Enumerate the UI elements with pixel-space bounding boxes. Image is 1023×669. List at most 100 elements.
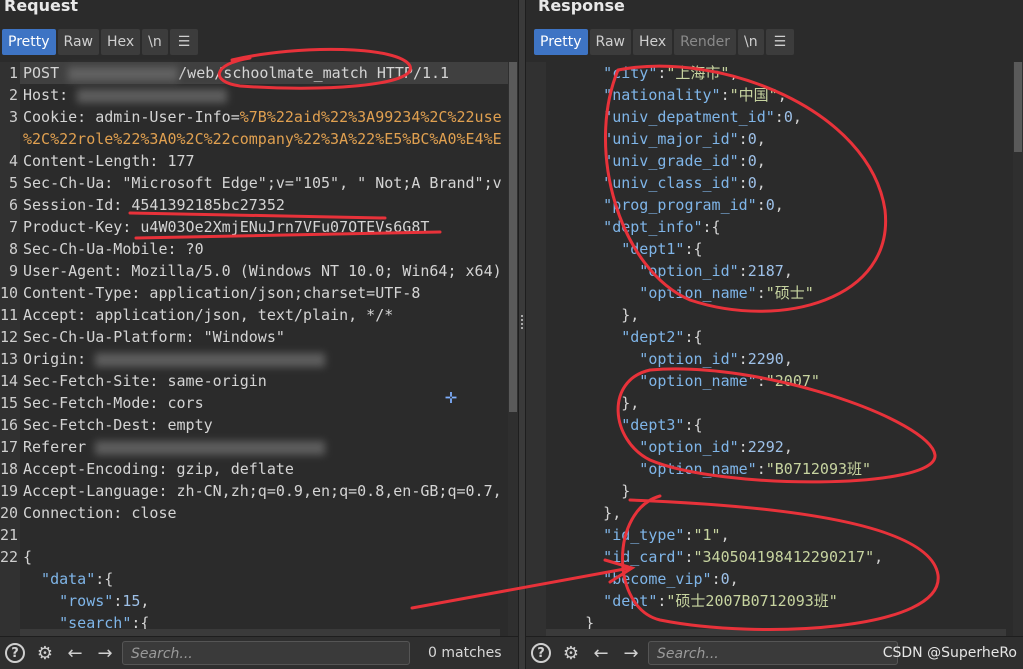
code-token: ,	[792, 108, 802, 126]
response-line: "dept1":{	[526, 238, 702, 260]
response-line: "id_card":"340504198412290217",	[526, 546, 883, 568]
line-number: 11	[0, 306, 19, 324]
crosshair-cursor-icon: ✛	[445, 384, 458, 408]
response-line: "nationality":"中国",	[526, 84, 787, 106]
request-line: "rows":15,	[0, 590, 149, 612]
line-number: 7	[8, 218, 18, 236]
help-icon[interactable]: ?	[2, 640, 28, 666]
line-number: 20	[0, 504, 19, 522]
response-tab-pretty[interactable]: Pretty	[534, 29, 588, 55]
code-token: ,	[777, 86, 787, 104]
code-token: 0	[747, 152, 757, 170]
code-token: "id_type"	[549, 526, 685, 544]
arrow-left-icon[interactable]: ←	[62, 640, 88, 666]
request-tab-raw[interactable]: Raw	[57, 29, 99, 55]
hamburger-icon[interactable]: ☰	[169, 29, 199, 55]
response-line: "option_name":"B0712093班"	[526, 458, 871, 480]
line-number: 13	[0, 350, 19, 368]
request-tab-hex[interactable]: Hex	[100, 29, 141, 55]
response-line: "option_id":2292,	[526, 436, 793, 458]
code-token: :	[684, 548, 694, 566]
response-tab-render[interactable]: Render	[674, 29, 737, 55]
response-tab-hex[interactable]: Hex	[632, 29, 673, 55]
code-token: 0	[765, 196, 775, 214]
code-token: Accept: application/json, text/plain, */…	[23, 306, 394, 324]
code-token: :{	[95, 570, 114, 588]
response-line: }	[526, 480, 630, 502]
code-token: :	[738, 262, 748, 280]
request-tab-newline[interactable]: \n	[142, 29, 168, 55]
code-token: :	[756, 196, 766, 214]
request-search-input[interactable]: Search...	[122, 641, 410, 665]
code-token: "data"	[23, 570, 96, 588]
code-token: ,	[774, 196, 784, 214]
line-number: 16	[0, 416, 19, 434]
hamburger-icon[interactable]: ☰	[765, 29, 795, 55]
line-number: 2	[8, 86, 18, 104]
code-token: admin-User-Info=	[95, 108, 240, 126]
code-token: "option_id"	[549, 438, 739, 456]
response-line: "city":"上海市",	[526, 62, 738, 84]
code-token: Product-Key:	[23, 218, 141, 236]
response-line: "become_vip":0,	[526, 568, 738, 590]
code-token: "1"	[693, 526, 721, 544]
code-token: :	[774, 108, 784, 126]
request-vertical-scrollbar[interactable]	[508, 62, 518, 637]
request-line: 6 Session-Id: 4541392185bc27352	[0, 194, 285, 216]
code-token: 15	[122, 592, 141, 610]
response-editor[interactable]: "city":"上海市", "nationality":"中国", "univ_…	[526, 62, 1013, 637]
response-line: "dept_info":{	[526, 216, 720, 238]
request-line: 5 Sec-Ch-Ua: "Microsoft Edge";v="105", " …	[0, 172, 502, 194]
code-token: 2187	[747, 262, 784, 280]
pane-divider[interactable]	[518, 0, 526, 669]
request-line: 13 Origin:	[0, 348, 326, 370]
response-line: "dept":"硕士2007B0712093班"	[526, 590, 838, 612]
code-token: Accept-Encoding: gzip, deflate	[23, 460, 294, 478]
response-line: "dept3":{	[526, 414, 702, 436]
line-number: 5	[8, 174, 18, 192]
request-line: 2 Host:	[0, 84, 228, 106]
code-token: Sec-Fetch-Site: same-origin	[23, 372, 267, 390]
code-token: Content-Length: 177	[23, 152, 195, 170]
arrow-right-icon[interactable]: →	[618, 640, 644, 666]
request-line: 1 POST /web/schoolmate_match HTTP/1.1	[0, 62, 449, 84]
code-token: "univ_major_id"	[549, 130, 739, 148]
code-token: "dept3"	[549, 416, 685, 434]
code-token: :	[738, 152, 748, 170]
request-editor[interactable]: 1 POST /web/schoolmate_match HTTP/1.1 2 Hos…	[0, 62, 508, 637]
request-tab-pretty[interactable]: Pretty	[2, 29, 56, 55]
line-number: 22	[0, 548, 19, 566]
response-tab-raw[interactable]: Raw	[589, 29, 631, 55]
request-line: 4 Content-Length: 177	[0, 150, 195, 172]
code-token: "univ_class_id"	[549, 174, 739, 192]
code-token: "2007"	[765, 372, 820, 390]
gear-icon[interactable]: ⚙	[558, 640, 584, 666]
request-line: 15 Sec-Fetch-Mode: cors	[0, 392, 204, 414]
response-pane: Response Pretty Raw Hex Render \n ☰ "cit…	[526, 0, 1023, 669]
scroll-thumb[interactable]	[1014, 62, 1022, 152]
response-vertical-scrollbar[interactable]	[1013, 62, 1023, 637]
response-tabs: Pretty Raw Hex Render \n ☰	[534, 29, 795, 55]
redacted-text	[68, 66, 179, 81]
help-icon[interactable]: ?	[528, 640, 554, 666]
request-line: 19 Accept-Language: zh-CN,zh;q=0.9,en;q=0…	[0, 480, 502, 502]
code-token: "dept1"	[549, 240, 685, 258]
code-token: "id_card"	[549, 548, 685, 566]
gear-icon[interactable]: ⚙	[32, 640, 58, 666]
code-token: "dept_info"	[549, 218, 703, 236]
code-token: "上海市"	[666, 64, 730, 82]
line-number: 3	[8, 108, 18, 126]
arrow-left-icon[interactable]: ←	[588, 640, 614, 666]
response-search-input[interactable]: Search...	[648, 641, 898, 665]
code-token: Content-Type: application/json;charset=U…	[23, 284, 421, 302]
watermark: CSDN @SuperheRo	[882, 645, 1017, 661]
code-token: Connection: close	[23, 504, 177, 522]
arrow-right-icon[interactable]: →	[92, 640, 118, 666]
scroll-thumb[interactable]	[509, 62, 517, 412]
code-token: 0	[747, 174, 757, 192]
response-tab-newline[interactable]: \n	[738, 29, 764, 55]
code-token: },	[549, 394, 640, 412]
code-token: ,	[756, 174, 766, 192]
request-tabs: Pretty Raw Hex \n ☰	[2, 29, 199, 55]
code-token: "univ_grade_id"	[549, 152, 739, 170]
